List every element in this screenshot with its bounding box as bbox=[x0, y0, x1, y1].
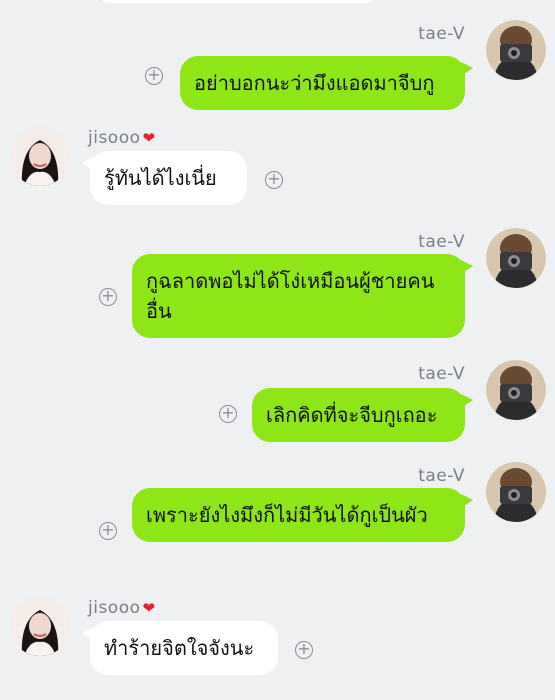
previous-message-bubble bbox=[100, 0, 375, 3]
plus-circle-icon[interactable]: + bbox=[219, 405, 237, 423]
sender-name: jisooo ❤ bbox=[88, 598, 156, 618]
sender-name: jisooo ❤ bbox=[88, 128, 156, 148]
avatar[interactable] bbox=[10, 126, 70, 186]
message-bubble[interactable]: อย่าบอกนะว่ามึงแอดมาจีบกู bbox=[180, 56, 473, 110]
message-bubble[interactable]: ทำร้ายจิตใจจังนะ bbox=[82, 621, 278, 675]
plus-circle-icon[interactable]: + bbox=[295, 641, 313, 659]
message-bubble[interactable]: เลิกคิดที่จะจีบกูเถอะ bbox=[252, 388, 473, 442]
sender-name: tae-V bbox=[418, 232, 465, 252]
kiss-lips-icon: ❤ bbox=[142, 129, 156, 147]
avatar[interactable] bbox=[486, 228, 546, 288]
avatar[interactable] bbox=[10, 596, 70, 656]
message-bubble[interactable]: เพราะยังไงมึงก็ไม่มีวันได้กูเป็นผัว bbox=[132, 488, 473, 542]
plus-circle-icon[interactable]: + bbox=[99, 522, 117, 540]
sender-name: tae-V bbox=[418, 364, 465, 384]
kiss-lips-icon: ❤ bbox=[142, 599, 156, 617]
sender-name: tae-V bbox=[418, 466, 465, 486]
sender-name: tae-V bbox=[418, 24, 465, 44]
plus-circle-icon[interactable]: + bbox=[99, 288, 117, 306]
plus-circle-icon[interactable]: + bbox=[145, 67, 163, 85]
message-bubble[interactable]: รู้ทันได้ไงเนี่ย bbox=[82, 151, 247, 205]
avatar[interactable] bbox=[486, 360, 546, 420]
plus-circle-icon[interactable]: + bbox=[265, 171, 283, 189]
avatar[interactable] bbox=[486, 20, 546, 80]
message-bubble[interactable]: กูฉลาดพอไม่ได้โง่เหมือนผู้ชายคนอื่น bbox=[132, 254, 473, 338]
chat-thread: tae-V อย่าบอกนะว่ามึงแอดมาจีบกู + jisooo… bbox=[0, 0, 555, 700]
avatar[interactable] bbox=[486, 462, 546, 522]
